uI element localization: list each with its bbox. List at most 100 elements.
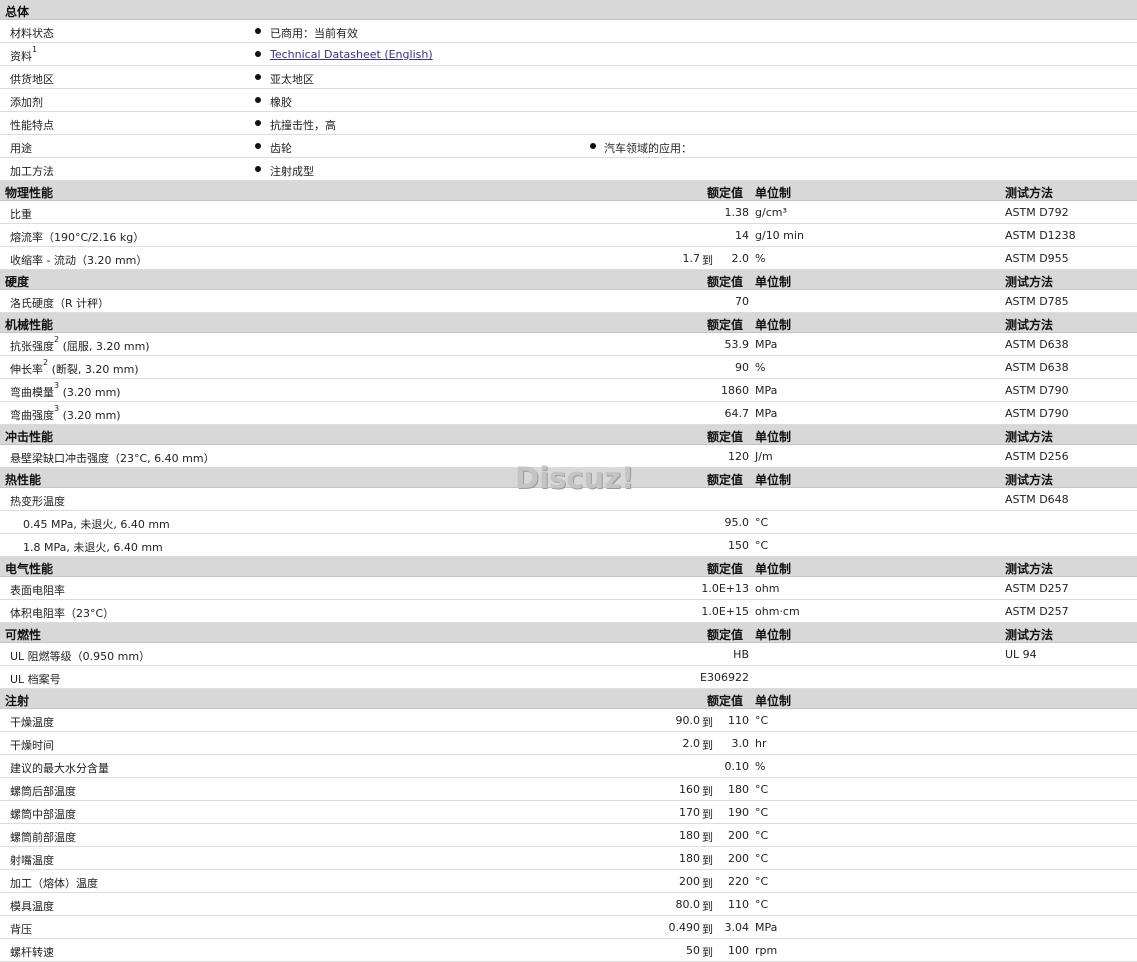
range-to-word: 到 — [702, 739, 713, 752]
unit: °C — [755, 539, 769, 552]
unit: rpm — [755, 944, 778, 957]
nominal-value-header: 额定值 — [707, 318, 744, 332]
unit: hr — [755, 737, 767, 750]
test-method-header: 测试方法 — [1005, 430, 1054, 444]
property-row: 弯曲模量3 (3.20 mm) 1860 MPa ASTM D790 — [0, 379, 1137, 402]
range-to-word: 到 — [702, 254, 713, 267]
property-label: 添加剂 — [10, 96, 43, 109]
test-method: ASTM D257 — [1005, 605, 1069, 618]
range-to-word: 到 — [702, 808, 713, 821]
value-from: 50 — [686, 944, 700, 957]
value-from: 170 — [679, 806, 700, 819]
test-method: ASTM D790 — [1005, 407, 1069, 420]
nominal-value: 1.0E+13 — [701, 582, 749, 595]
value-to: 220 — [728, 875, 749, 888]
property-row: 抗张强度2 (屈服, 3.20 mm) 53.9 MPa ASTM D638 — [0, 333, 1137, 356]
property-row: 洛氏硬度（R 计秤） 70 ASTM D785 — [0, 290, 1137, 313]
property-label: 模具温度 — [10, 900, 54, 913]
footnote-ref: 3 — [54, 381, 60, 390]
section-header: 电气性能 额定值 单位制 测试方法 — [0, 557, 1137, 577]
nominal-value-header: 额定值 — [707, 275, 744, 289]
nominal-value: E306922 — [700, 671, 749, 684]
nominal-value-header: 额定值 — [707, 473, 744, 487]
general-row: 添加剂 橡胶 — [0, 89, 1137, 112]
nominal-value: 1.0E+15 — [701, 605, 749, 618]
test-method: ASTM D648 — [1005, 493, 1069, 506]
property-row: 螺筒前部温度 180 到 200 °C — [0, 824, 1137, 847]
nominal-value: 70 — [735, 295, 749, 308]
property-label: 表面电阻率 — [10, 584, 65, 597]
section-title: 物理性能 — [5, 186, 54, 200]
unit: °C — [755, 783, 769, 796]
general-row: 材料状态 已商用：当前有效 — [0, 20, 1137, 43]
general-value: 抗撞击性，高 — [270, 119, 336, 132]
section-header: 冲击性能 额定值 单位制 测试方法 — [0, 425, 1137, 445]
unit-header: 单位制 — [755, 562, 792, 576]
property-label: 螺杆转速 — [10, 946, 54, 959]
range-to-word: 到 — [702, 716, 713, 729]
test-method: ASTM D1238 — [1005, 229, 1076, 242]
property-label: 加工（熔体）温度 — [10, 877, 98, 890]
section-title: 硬度 — [5, 275, 30, 289]
property-label: 熔流率（190°C/2.16 kg） — [10, 231, 145, 244]
bullet-icon — [590, 143, 596, 149]
property-label: 背压 — [10, 923, 32, 936]
property-row: 加工（熔体）温度 200 到 220 °C — [0, 870, 1137, 893]
technical-datasheet-link[interactable]: Technical Datasheet (English) — [270, 48, 433, 61]
value-to: 3.04 — [724, 921, 750, 934]
unit: °C — [755, 714, 769, 727]
property-label: 收缩率 - 流动（3.20 mm） — [10, 254, 148, 267]
unit: % — [755, 252, 766, 265]
property-label: 弯曲强度3 (3.20 mm) — [10, 404, 121, 422]
property-label: 干燥时间 — [10, 739, 54, 752]
range-to-word: 到 — [702, 900, 713, 913]
general-value: 注射成型 — [270, 165, 314, 178]
property-label: 干燥温度 — [10, 716, 54, 729]
property-row: 弯曲强度3 (3.20 mm) 64.7 MPa ASTM D790 — [0, 402, 1137, 425]
bullet-icon — [255, 28, 261, 34]
value-from: 2.0 — [682, 737, 701, 750]
property-row: 1.8 MPa, 未退火, 6.40 mm 150 °C — [0, 534, 1137, 557]
nominal-value: 1.38 — [724, 206, 750, 219]
unit: °C — [755, 898, 769, 911]
value-from: 200 — [679, 875, 700, 888]
footnote-ref: 1 — [32, 45, 38, 54]
section-title: 注射 — [5, 694, 30, 708]
value-from: 0.490 — [668, 921, 701, 934]
value-from: 160 — [679, 783, 700, 796]
section-title: 电气性能 — [5, 562, 54, 576]
general-value: 橡胶 — [270, 96, 292, 109]
section-header: 硬度 额定值 单位制 测试方法 — [0, 270, 1137, 290]
property-label: 悬壁梁缺口冲击强度（23°C, 6.40 mm） — [10, 452, 215, 465]
general-row: 供货地区 亚太地区 — [0, 66, 1137, 89]
test-method: UL 94 — [1005, 648, 1037, 661]
general-value: 已商用：当前有效 — [270, 27, 358, 40]
property-row: 伸长率2 (断裂, 3.20 mm) 90% ASTM D638 — [0, 356, 1137, 379]
property-label: 性能特点 — [10, 119, 54, 132]
test-method-header: 测试方法 — [1005, 186, 1054, 200]
bullet-icon — [255, 120, 261, 126]
property-label: 建议的最大水分含量 — [10, 762, 109, 775]
general-value-secondary: 汽车领域的应用： — [604, 142, 692, 155]
unit-header: 单位制 — [755, 694, 792, 708]
unit: °C — [755, 852, 769, 865]
range-to-word: 到 — [702, 946, 713, 959]
nominal-value: HB — [733, 648, 749, 661]
section-header: 物理性能 额定值 单位制 测试方法 — [0, 181, 1137, 201]
nominal-value: 150 — [728, 539, 749, 552]
range-to-word: 到 — [702, 923, 713, 936]
nominal-value: 95.0 — [724, 516, 750, 529]
value-from: 90.0 — [675, 714, 701, 727]
nominal-value: 14 — [735, 229, 749, 242]
range-to-word: 到 — [702, 831, 713, 844]
value-from: 1.7 — [682, 252, 701, 265]
discuz-watermark: Discuz! — [515, 461, 635, 495]
property-row: 模具温度 80.0 到 110 °C — [0, 893, 1137, 916]
section-header: 注射 额定值 单位制 — [0, 689, 1137, 709]
value-from: 80.0 — [675, 898, 701, 911]
unit: ohm — [755, 582, 780, 595]
property-label: 螺筒后部温度 — [10, 785, 76, 798]
test-method: ASTM D785 — [1005, 295, 1069, 308]
property-label: UL 阻燃等级（0.950 mm） — [10, 650, 151, 663]
nominal-value: 90 — [735, 361, 749, 374]
